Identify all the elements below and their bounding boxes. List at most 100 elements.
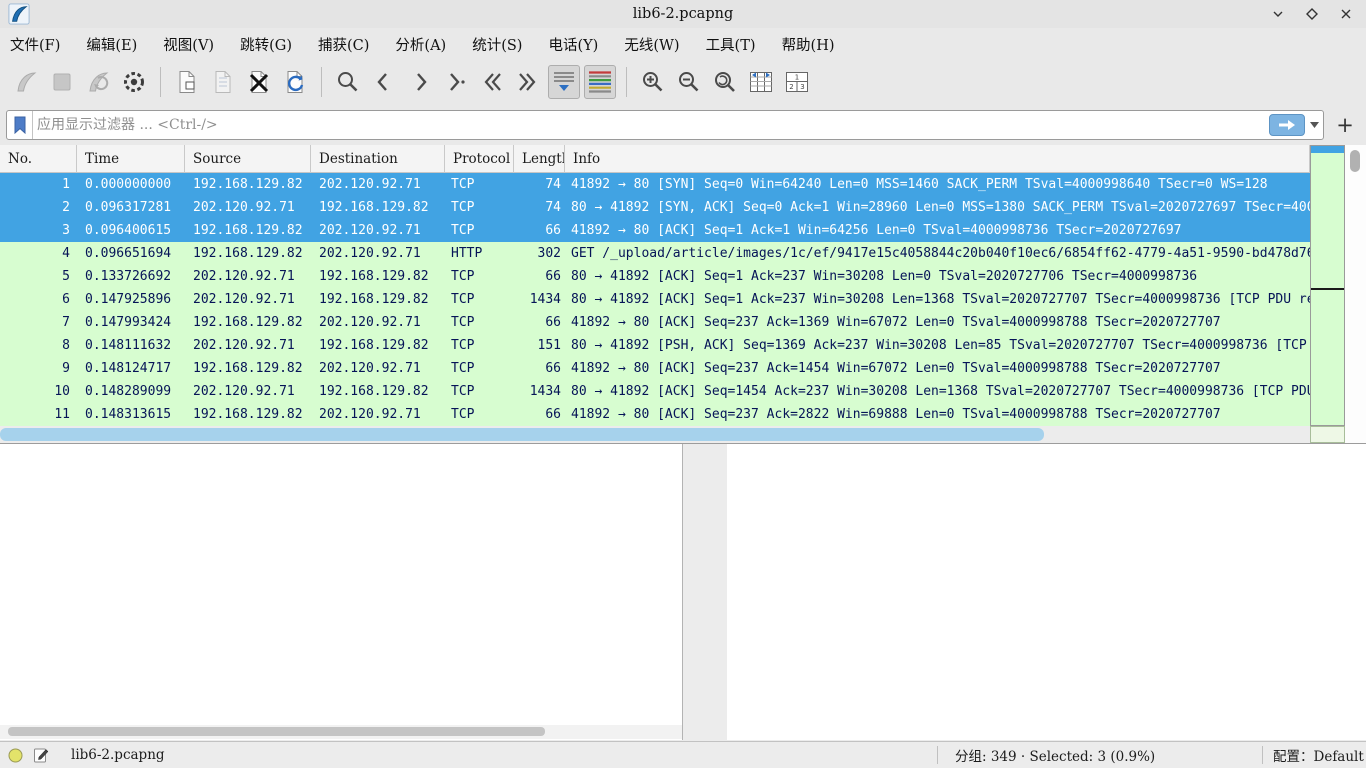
apply-filter-button[interactable]	[1269, 114, 1305, 136]
cell-src: 192.168.129.82	[185, 357, 311, 380]
packet-row-4[interactable]: 40.096651694192.168.129.82202.120.92.71H…	[0, 242, 1310, 265]
svg-text:1: 1	[795, 73, 799, 81]
menu-item-6[interactable]: 统计(S)	[472, 34, 522, 55]
last-packet-icon[interactable]	[512, 65, 544, 99]
column-header-no[interactable]: No.	[0, 145, 77, 173]
filter-bookmark-icon[interactable]	[7, 111, 33, 139]
zoom-out-icon[interactable]	[673, 65, 705, 99]
add-filter-button[interactable]: +	[1332, 110, 1358, 140]
cell-info: 41892 → 80 [ACK] Seq=237 Ack=1454 Win=67…	[565, 357, 1310, 380]
maximize-button[interactable]	[1302, 4, 1322, 24]
cell-info: 41892 → 80 [ACK] Seq=1 Ack=1 Win=64256 L…	[565, 219, 1310, 242]
cell-len: 66	[514, 311, 565, 334]
cell-proto: TCP	[445, 380, 514, 403]
resize-columns-icon[interactable]	[745, 65, 777, 99]
horizontal-scrollbar-thumb[interactable]	[0, 428, 1044, 441]
zoom-reset-icon[interactable]	[709, 65, 741, 99]
vertical-scrollbar-thumb[interactable]	[1350, 150, 1360, 172]
menu-item-4[interactable]: 捕获(C)	[318, 34, 369, 55]
layout-panes-icon[interactable]: 123	[781, 65, 813, 99]
menu-item-9[interactable]: 工具(T)	[706, 34, 756, 55]
wireshark-window: lib6-2.pcapng 文件(F) 编辑(E) 视图(V) 跳转(G) 捕获(C) 分…	[0, 0, 1366, 768]
column-header-time[interactable]: Time	[77, 145, 185, 173]
menu-item-7[interactable]: 电话(Y)	[548, 34, 598, 55]
cell-len: 74	[514, 173, 565, 196]
toolbar-separator	[160, 67, 161, 97]
column-header-info[interactable]: Info	[565, 145, 1310, 173]
menu-item-8[interactable]: 无线(W)	[624, 34, 679, 55]
cell-time: 0.096400615	[77, 219, 185, 242]
menu-item-1[interactable]: 编辑(E)	[86, 34, 137, 55]
capture-options-icon[interactable]	[118, 65, 150, 99]
menu-item-3[interactable]: 跳转(G)	[240, 34, 292, 55]
cell-src: 192.168.129.82	[185, 403, 311, 426]
reload-file-icon[interactable]	[279, 65, 311, 99]
column-header-length[interactable]: Length	[514, 145, 565, 173]
go-to-packet-icon[interactable]	[440, 65, 472, 99]
cell-dst: 192.168.129.82	[311, 288, 445, 311]
packet-row-2[interactable]: 20.096317281202.120.92.71192.168.129.82T…	[0, 196, 1310, 219]
packet-bytes-pane[interactable]	[727, 444, 1366, 740]
filter-bar: +	[0, 104, 1366, 145]
colorize-packets-icon[interactable]	[584, 65, 616, 99]
menu-item-0[interactable]: 文件(F)	[10, 34, 60, 55]
column-header-destination[interactable]: Destination	[311, 145, 445, 173]
cell-time: 0.147993424	[77, 311, 185, 334]
open-file-icon[interactable]	[171, 65, 203, 99]
packet-list-minimap[interactable]	[1310, 145, 1345, 426]
cell-no: 7	[0, 311, 77, 334]
capture-comment-icon[interactable]	[33, 747, 49, 763]
lower-panes	[0, 443, 1366, 741]
column-header-protocol[interactable]: Protocol	[445, 145, 514, 173]
cell-proto: TCP	[445, 403, 514, 426]
cell-no: 9	[0, 357, 77, 380]
column-header-source[interactable]: Source	[185, 145, 311, 173]
previous-packet-icon[interactable]	[368, 65, 400, 99]
packet-row-6[interactable]: 60.147925896202.120.92.71192.168.129.82T…	[0, 288, 1310, 311]
cell-info: 80 → 41892 [ACK] Seq=1 Ack=237 Win=30208…	[565, 265, 1310, 288]
main-toolbar: 123	[0, 60, 1366, 104]
auto-scroll-icon[interactable]	[548, 65, 580, 99]
minimize-button[interactable]	[1268, 4, 1288, 24]
title-bar: lib6-2.pcapng	[0, 0, 1366, 28]
cell-src: 202.120.92.71	[185, 334, 311, 357]
cell-proto: TCP	[445, 219, 514, 242]
status-profile[interactable]: 配置：Default	[1273, 742, 1364, 768]
cell-info: GET /_upload/article/images/1c/ef/9417e1…	[565, 242, 1310, 265]
details-scrollbar-thumb[interactable]	[8, 727, 545, 736]
cell-info: 80 → 41892 [PSH, ACK] Seq=1369 Ack=237 W…	[565, 334, 1310, 357]
packet-row-1[interactable]: 10.000000000192.168.129.82202.120.92.71T…	[0, 173, 1310, 196]
next-packet-icon[interactable]	[404, 65, 436, 99]
cell-no: 11	[0, 403, 77, 426]
cell-len: 66	[514, 357, 565, 380]
details-horizontal-scrollbar[interactable]	[0, 725, 682, 739]
cell-src: 202.120.92.71	[185, 265, 311, 288]
close-button[interactable]	[1336, 4, 1356, 24]
filter-dropdown-caret[interactable]	[1307, 111, 1321, 139]
menu-item-10[interactable]: 帮助(H)	[782, 34, 835, 55]
packet-row-10[interactable]: 100.148289099202.120.92.71192.168.129.82…	[0, 380, 1310, 403]
cell-len: 74	[514, 196, 565, 219]
cell-proto: TCP	[445, 288, 514, 311]
packet-row-9[interactable]: 90.148124717192.168.129.82202.120.92.71T…	[0, 357, 1310, 380]
packet-row-3[interactable]: 30.096400615192.168.129.82202.120.92.71T…	[0, 219, 1310, 242]
close-file-icon[interactable]	[243, 65, 275, 99]
packet-row-7[interactable]: 70.147993424192.168.129.82202.120.92.71T…	[0, 311, 1310, 334]
packet-row-8[interactable]: 80.148111632202.120.92.71192.168.129.82T…	[0, 334, 1310, 357]
packet-list-vertical-scrollbar[interactable]	[1348, 147, 1362, 426]
cell-src: 192.168.129.82	[185, 242, 311, 265]
packet-row-11[interactable]: 110.148313615192.168.129.82202.120.92.71…	[0, 403, 1310, 426]
packet-list-area: No.TimeSourceDestinationProtocolLengthIn…	[0, 145, 1366, 443]
first-packet-icon[interactable]	[476, 65, 508, 99]
display-filter-input[interactable]	[33, 111, 1269, 139]
packet-list-horizontal-scrollbar[interactable]	[0, 426, 1310, 443]
packet-details-pane[interactable]	[0, 444, 683, 740]
find-packet-icon[interactable]	[332, 65, 364, 99]
menu-item-5[interactable]: 分析(A)	[395, 34, 446, 55]
cell-src: 192.168.129.82	[185, 219, 311, 242]
menu-item-2[interactable]: 视图(V)	[163, 34, 214, 55]
expert-info-icon[interactable]	[8, 748, 23, 763]
packet-row-5[interactable]: 50.133726692202.120.92.71192.168.129.82T…	[0, 265, 1310, 288]
zoom-in-icon[interactable]	[637, 65, 669, 99]
cell-len: 66	[514, 403, 565, 426]
